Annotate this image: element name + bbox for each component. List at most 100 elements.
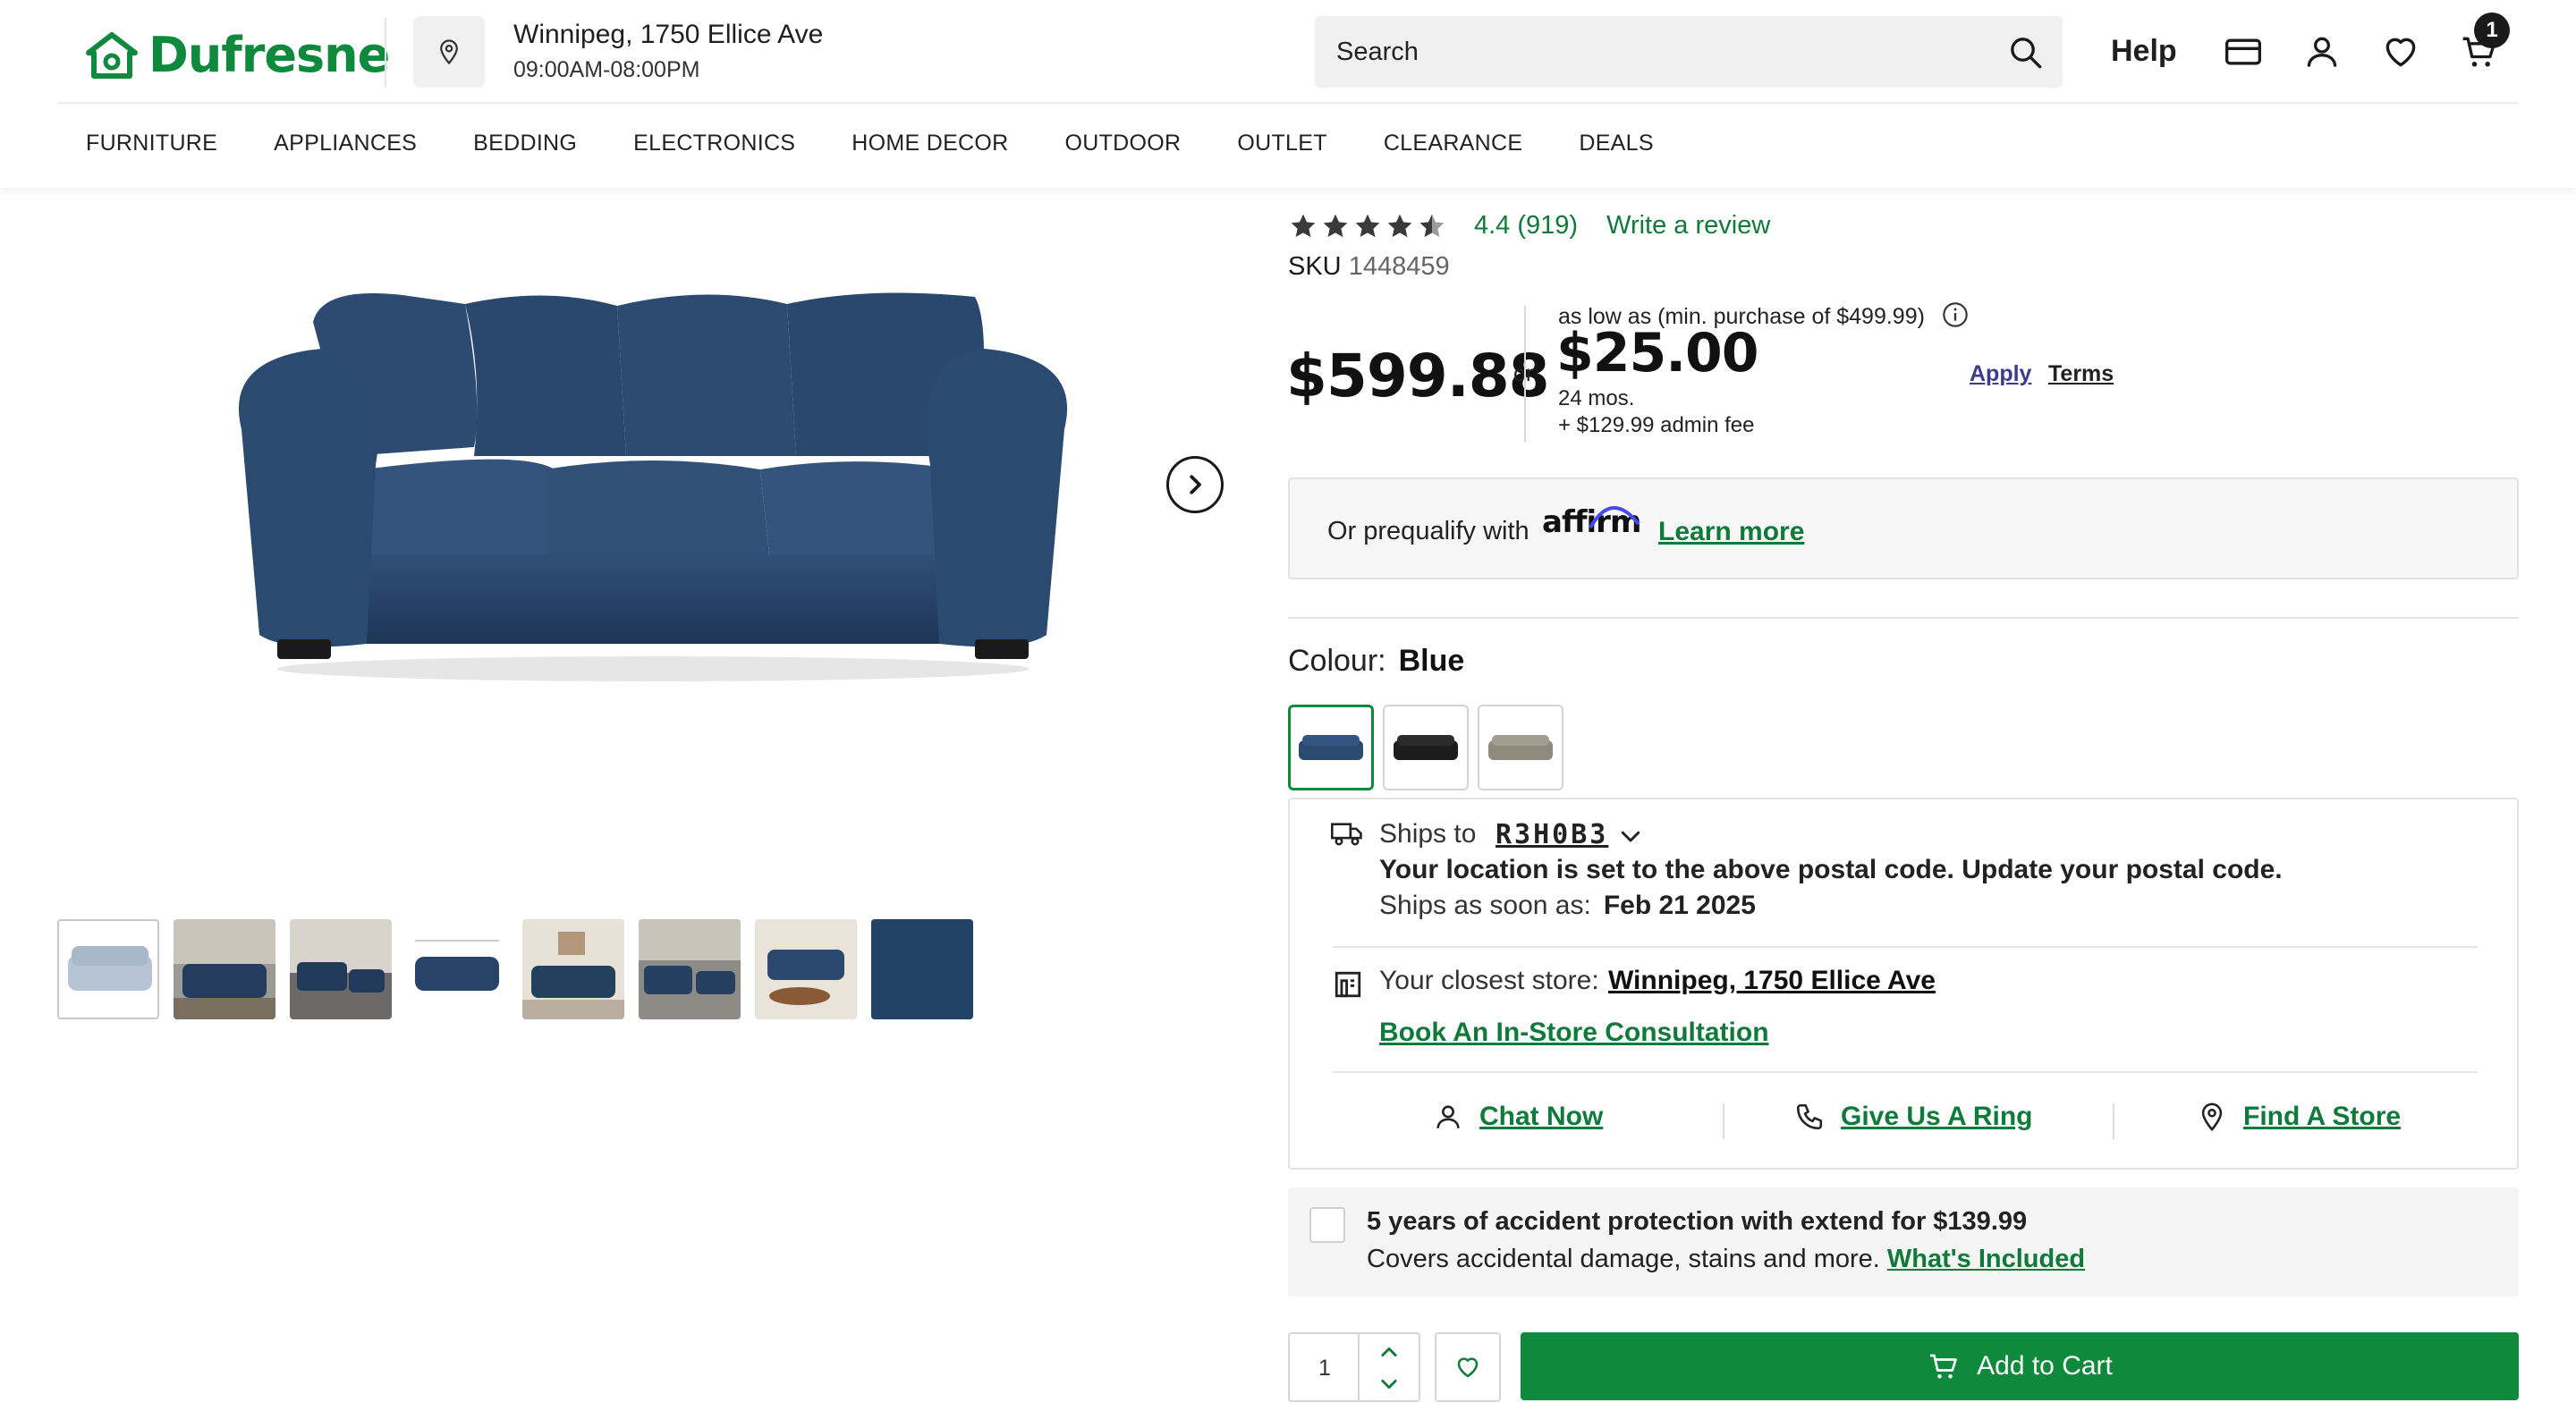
- site-header: Dufresne Winnipeg, 1750 Ellice Ave 09:00…: [0, 0, 2576, 188]
- user-icon[interactable]: [2302, 32, 2342, 72]
- sku-label: SKU: [1288, 252, 1342, 281]
- store-name[interactable]: Winnipeg, 1750 Ellice Ave: [513, 20, 823, 50]
- swatch-black[interactable]: [1383, 705, 1469, 790]
- gallery-thumb[interactable]: [57, 919, 159, 1019]
- financing-divider: [1524, 306, 1526, 442]
- swatch-blue[interactable]: [1288, 705, 1374, 790]
- store-hours: 09:00AM-08:00PM: [513, 57, 700, 82]
- give-us-a-ring-label: Give Us A Ring: [1841, 1102, 2033, 1131]
- terms-link[interactable]: Terms: [2048, 361, 2114, 387]
- protection-checkbox[interactable]: [1309, 1207, 1345, 1243]
- rating-stars: [1288, 212, 1447, 241]
- shipping-panel: Ships to R3H0B3 Your location is set to …: [1288, 798, 2519, 1170]
- gallery-thumb[interactable]: [755, 919, 857, 1019]
- location-message: Your location is set to the above postal…: [1379, 855, 2283, 884]
- info-icon[interactable]: [1941, 300, 1970, 329]
- gallery-thumb[interactable]: [639, 919, 741, 1019]
- add-to-wishlist-button[interactable]: [1435, 1332, 1501, 1402]
- nav-outdoor[interactable]: OUTDOOR: [1065, 131, 1182, 156]
- protection-plan-box: 5 years of accident protection with exte…: [1288, 1187, 2519, 1297]
- nav-furniture[interactable]: FURNITURE: [86, 131, 217, 156]
- nav-deals[interactable]: DEALS: [1579, 131, 1653, 156]
- brand-name: Dufresne: [148, 27, 390, 83]
- swatch-grey[interactable]: [1478, 705, 1563, 790]
- star-icon: [1387, 214, 1412, 237]
- nav-clearance[interactable]: CLEARANCE: [1384, 131, 1523, 156]
- gallery-thumbnails: [57, 919, 973, 1019]
- sku-number: 1448459: [1348, 252, 1450, 281]
- map-pin-icon: [2201, 1103, 2223, 1132]
- search-icon[interactable]: [2007, 34, 2043, 70]
- contact-divider: [1333, 1071, 2478, 1073]
- chevron-down-icon[interactable]: [1617, 823, 1644, 849]
- affirm-learn-more-link[interactable]: Learn more: [1658, 517, 1804, 547]
- find-a-store-label: Find A Store: [2243, 1102, 2402, 1131]
- gallery-thumb[interactable]: [522, 919, 624, 1019]
- store-location-button[interactable]: [413, 16, 485, 88]
- header-rule: [57, 102, 2519, 104]
- heart-icon: [1457, 1357, 1479, 1378]
- whats-included-link[interactable]: What's Included: [1887, 1245, 2085, 1273]
- nav-appliances[interactable]: APPLIANCES: [274, 131, 417, 156]
- quantity-stepper: 1: [1288, 1332, 1420, 1402]
- affirm-prequalify-box: Or prequalify with affirm Learn more: [1288, 477, 2519, 579]
- nav-home-decor[interactable]: HOME DECOR: [852, 131, 1008, 156]
- financing-amount: $25.00: [1556, 322, 1759, 384]
- search-input[interactable]: [1336, 16, 1980, 88]
- gallery-next-button[interactable]: [1166, 456, 1224, 513]
- apply-link[interactable]: Apply: [1970, 361, 2031, 387]
- rating-value[interactable]: 4.4 (919): [1474, 211, 1578, 241]
- add-to-cart-label: Add to Cart: [1977, 1351, 2113, 1381]
- closest-store-label: Your closest store:: [1379, 966, 1599, 995]
- store-icon: [1335, 971, 1361, 998]
- star-icon: [1323, 214, 1348, 237]
- financing-term: 24 mos.: [1558, 386, 1635, 410]
- ship-date-value: Feb 21 2025: [1603, 891, 1756, 920]
- credit-card-icon[interactable]: [2224, 32, 2263, 72]
- ship-date-label: Ships as soon as:: [1379, 891, 1591, 920]
- ship-date: Ships as soon as: Feb 21 2025: [1379, 891, 1756, 921]
- book-consultation-link[interactable]: Book An In-Store Consultation: [1379, 1018, 1769, 1048]
- brand-logo[interactable]: Dufresne: [86, 27, 390, 83]
- heart-icon[interactable]: [2381, 32, 2420, 72]
- closest-store-link[interactable]: Winnipeg, 1750 Ellice Ave: [1608, 966, 1936, 996]
- colour-selected: Blue: [1398, 644, 1465, 678]
- financing-fee: + $129.99 admin fee: [1558, 413, 1755, 437]
- affirm-arc-icon: [1589, 506, 1640, 528]
- nav-outlet[interactable]: OUTLET: [1237, 131, 1326, 156]
- chat-now-button[interactable]: Chat Now: [1433, 1102, 1603, 1132]
- nav-bedding[interactable]: BEDDING: [473, 131, 577, 156]
- main-nav: FURNITURE APPLIANCES BEDDING ELECTRONICS…: [86, 131, 1710, 156]
- nav-electronics[interactable]: ELECTRONICS: [633, 131, 795, 156]
- product-price: $599.88: [1286, 342, 1550, 410]
- protection-subtitle: Covers accidental damage, stains and mor…: [1367, 1245, 2085, 1274]
- gallery-thumb[interactable]: [174, 919, 275, 1019]
- review-count: (919): [1517, 211, 1579, 240]
- gallery-thumb[interactable]: [406, 919, 508, 1019]
- give-us-a-ring-button[interactable]: Give Us A Ring: [1794, 1102, 2032, 1132]
- protection-subtitle-text: Covers accidental damage, stains and mor…: [1367, 1245, 1880, 1273]
- ships-to-label: Ships to: [1379, 819, 1477, 849]
- quantity-separator: [1358, 1334, 1360, 1400]
- product-rating: 4.4 (919) Write a review: [1288, 211, 1770, 241]
- quantity-value[interactable]: 1: [1318, 1356, 1331, 1381]
- chevron-down-icon[interactable]: [1376, 1373, 1402, 1395]
- find-a-store-button[interactable]: Find A Store: [2197, 1102, 2401, 1132]
- help-link[interactable]: Help: [2111, 34, 2177, 69]
- product-main-image[interactable]: [224, 268, 1082, 689]
- chevron-up-icon[interactable]: [1376, 1341, 1402, 1363]
- add-to-cart-button[interactable]: Add to Cart: [1521, 1332, 2519, 1400]
- shipping-divider: [1333, 946, 2478, 948]
- chevron-right-icon: [1190, 475, 1201, 494]
- header-divider: [385, 18, 386, 88]
- gallery-thumb[interactable]: [871, 919, 973, 1019]
- location-pin-icon: [440, 39, 458, 65]
- contact-separator: [2113, 1103, 2114, 1139]
- contact-separator: [1723, 1103, 1724, 1139]
- search-bar: [1315, 16, 2063, 88]
- colour-label: Colour: Blue: [1288, 644, 1464, 679]
- star-icon: [1291, 214, 1316, 237]
- postal-code-link[interactable]: R3H0B3: [1496, 819, 1608, 850]
- write-review-link[interactable]: Write a review: [1606, 211, 1770, 241]
- gallery-thumb[interactable]: [290, 919, 392, 1019]
